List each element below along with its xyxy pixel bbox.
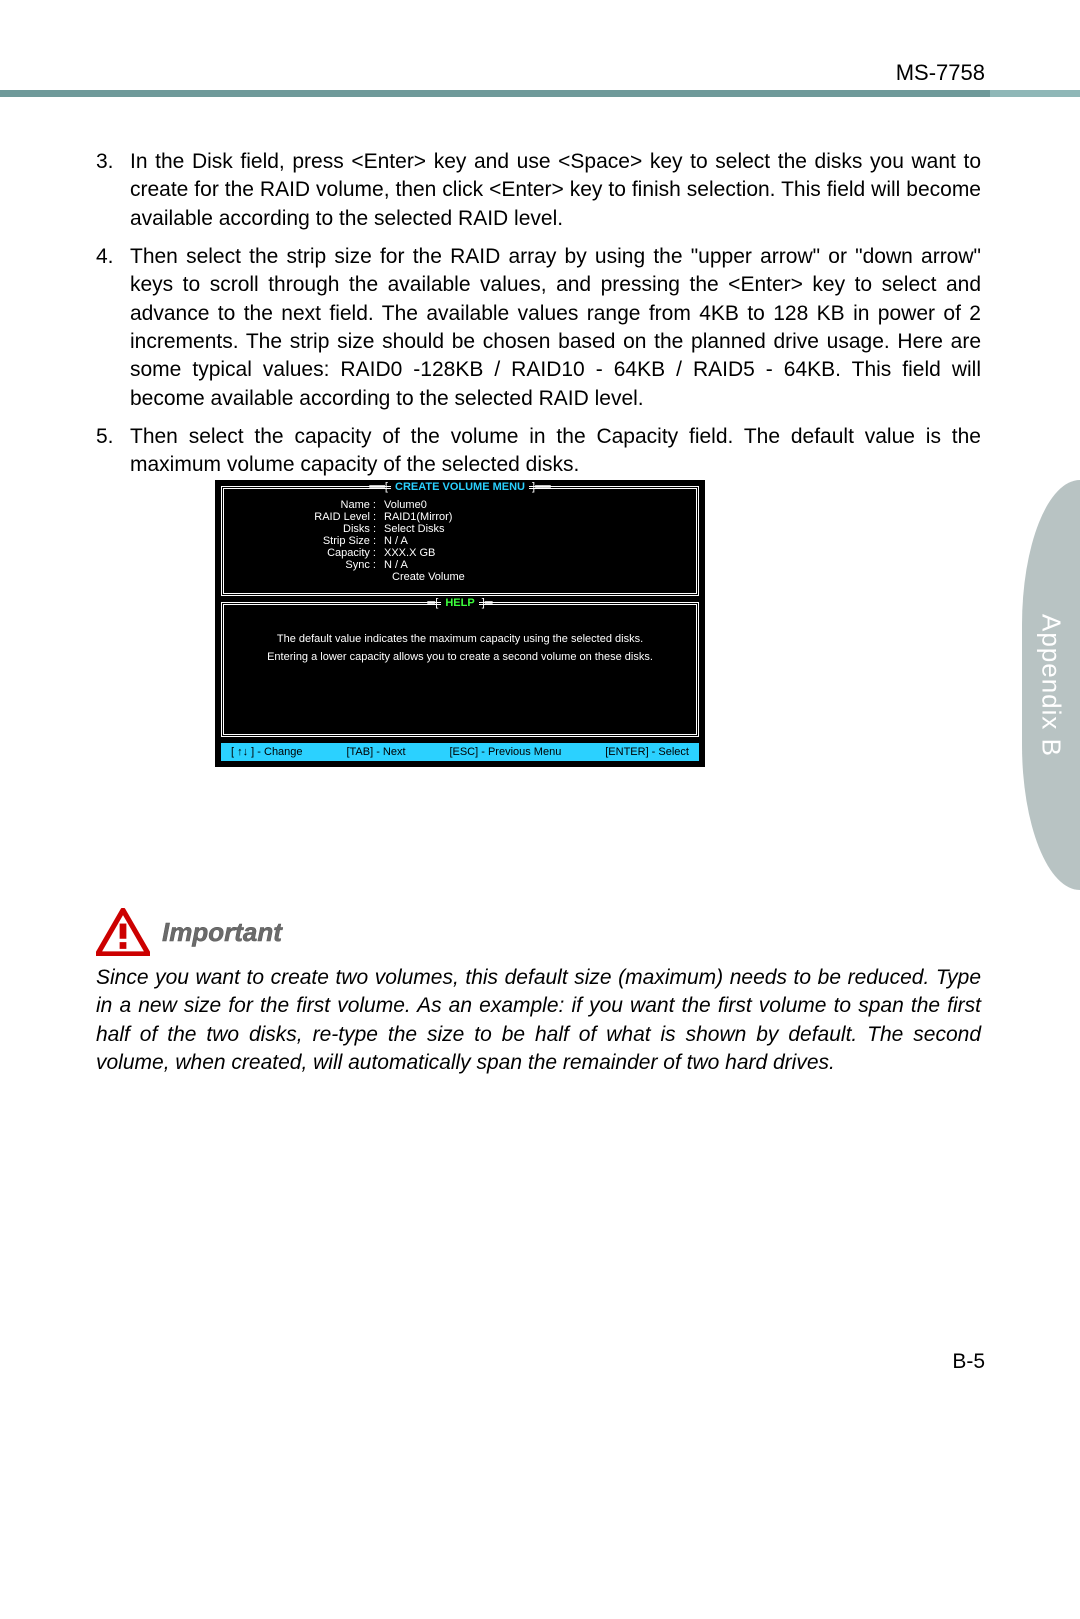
field-value: N / A [384,559,408,571]
bios-field-raid: RAID Level :RAID1(Mirror) [234,511,686,523]
warning-icon [96,908,150,956]
list-item: 4. Then select the strip size for the RA… [96,243,981,413]
step-number: 5. [96,423,130,480]
side-tab-label: Appendix B [1036,614,1067,757]
step-text: In the Disk field, press <Enter> key and… [130,148,981,233]
bios-menu-title: CREATE VOLUME MENU [391,481,529,493]
body-content: 3. In the Disk field, press <Enter> key … [96,148,981,490]
bios-create-volume: Create Volume [234,571,686,583]
field-label: Disks : [234,523,384,535]
field-value: XXX.X GB [384,547,435,559]
important-label: Important [162,917,282,948]
bios-title-row: ══[ CREATE VOLUME MENU ]══ [234,481,686,493]
bios-field-sync: Sync :N / A [234,559,686,571]
bios-field-disks: Disks :Select Disks [234,523,686,535]
page-number: B-5 [952,1350,985,1374]
field-label: RAID Level : [234,511,384,523]
bios-help-title: HELP [441,597,478,609]
field-value: RAID1(Mirror) [384,511,452,523]
bios-field-capacity: Capacity :XXX.X GB [234,547,686,559]
title-bracket: ]══ [529,481,551,493]
title-bracket: ]═ [479,597,493,609]
key-hint-tab: [TAB] - Next [346,746,405,758]
header-rule [0,90,1080,97]
important-header: Important [96,908,981,956]
bios-screenshot: ══[ CREATE VOLUME MENU ]══ Name :Volume0… [215,480,705,767]
bios-menu-panel: ══[ CREATE VOLUME MENU ]══ Name :Volume0… [221,486,699,596]
model-code: MS-7758 [896,60,985,86]
field-label: Name : [234,499,384,511]
field-value: Select Disks [384,523,445,535]
important-text: Since you want to create two volumes, th… [96,964,981,1077]
field-label: Sync : [234,559,384,571]
field-label: Strip Size : [234,535,384,547]
bios-footer-bar: [ ↑↓ ] - Change [TAB] - Next [ESC] - Pre… [221,743,699,761]
bios-help-text: The default value indicates the maximum … [234,615,686,724]
field-value: N / A [384,535,408,547]
instruction-list: 3. In the Disk field, press <Enter> key … [96,148,981,480]
step-text: Then select the strip size for the RAID … [130,243,981,413]
step-number: 3. [96,148,130,233]
field-value: Volume0 [384,499,427,511]
field-value: Create Volume [392,571,465,583]
bios-help-panel: ═[ HELP ]═ The default value indicates t… [221,602,699,737]
key-hint-esc: [ESC] - Previous Menu [449,746,561,758]
key-hint-change: [ ↑↓ ] - Change [231,746,303,758]
field-label: Capacity : [234,547,384,559]
list-item: 3. In the Disk field, press <Enter> key … [96,148,981,233]
side-tab: Appendix B [1022,480,1080,890]
key-hint-enter: [ENTER] - Select [605,746,689,758]
list-item: 5. Then select the capacity of the volum… [96,423,981,480]
bios-field-strip: Strip Size :N / A [234,535,686,547]
bios-help-title-row: ═[ HELP ]═ [234,597,686,609]
title-bracket: ═[ [427,597,441,609]
step-text: Then select the capacity of the volume i… [130,423,981,480]
bios-field-name: Name :Volume0 [234,499,686,511]
important-callout: Important Since you want to create two v… [96,908,981,1077]
title-bracket: ══[ [369,481,391,493]
page: MS-7758 3. In the Disk field, press <Ent… [0,0,1080,1619]
step-number: 4. [96,243,130,413]
